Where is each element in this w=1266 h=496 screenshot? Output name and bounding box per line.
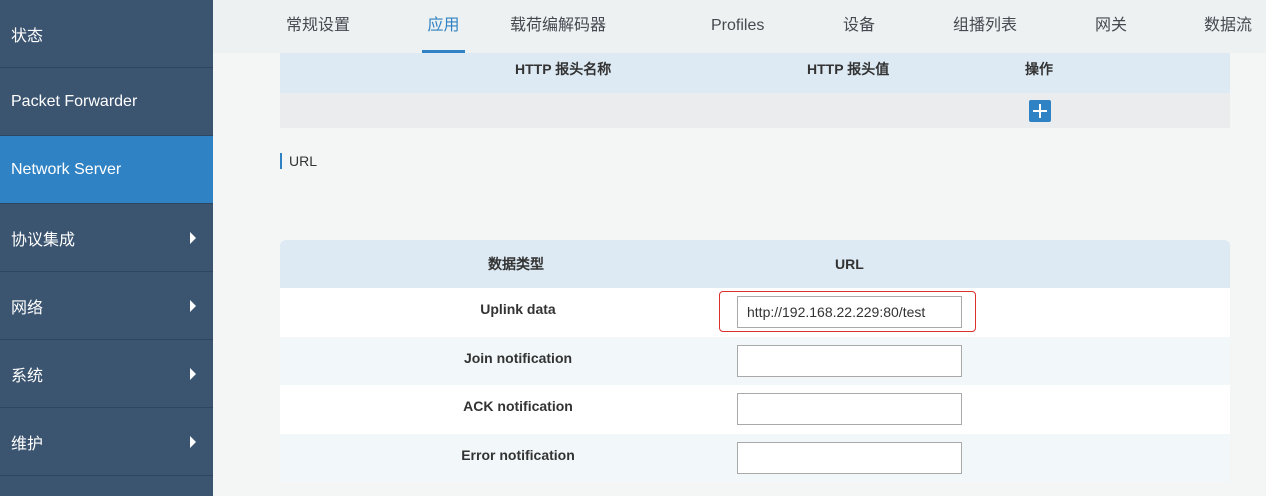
row-label-join-notification: Join notification xyxy=(463,349,573,366)
uplink-data-url-input[interactable] xyxy=(737,296,962,328)
column-header-action: 操作 xyxy=(1025,61,1053,77)
column-header-http-header-name: HTTP 报头名称 xyxy=(515,61,612,77)
sidebar-item-system[interactable]: 系统 xyxy=(0,340,213,408)
tab-applications[interactable]: 应用 xyxy=(422,0,465,53)
chevron-right-icon xyxy=(190,435,196,448)
tab-data-stream[interactable]: 数据流 xyxy=(1204,0,1252,53)
sidebar-item-label: 网络 xyxy=(11,299,44,317)
url-table: 数据类型 URL Uplink data Join notification A… xyxy=(280,240,1230,482)
table-header: 数据类型 URL xyxy=(280,240,1230,288)
table-row: Error notification xyxy=(280,433,1230,482)
sidebar-item-label: 协议集成 xyxy=(11,231,76,249)
tab-profiles[interactable]: Profiles xyxy=(711,0,764,53)
sidebar-item-label: 系统 xyxy=(11,367,44,385)
table-row: Uplink data xyxy=(280,288,1230,337)
table-header: HTTP 报头名称 HTTP 报头值 操作 xyxy=(280,53,1230,93)
row-label-uplink-data: Uplink data xyxy=(480,301,556,317)
row-label-ack-notification: ACK notification xyxy=(463,398,573,414)
table-row: Join notification xyxy=(280,336,1230,385)
join-notification-url-input[interactable] xyxy=(737,344,962,377)
http-header-table: HTTP 报头名称 HTTP 报头值 操作 xyxy=(280,53,1230,128)
add-header-button[interactable] xyxy=(1029,100,1051,122)
section-title-url: URL xyxy=(280,153,317,169)
sidebar-item-label: Packet Forwarder xyxy=(11,92,138,110)
column-header-data-type: 数据类型 xyxy=(488,256,544,272)
chevron-right-icon xyxy=(190,231,196,244)
sidebar-item-label: Network Server xyxy=(11,160,122,178)
sidebar-item-maintenance[interactable]: 维护 xyxy=(0,408,213,476)
tab-general-settings[interactable]: 常规设置 xyxy=(286,0,350,53)
sidebar-item-label: 状态 xyxy=(11,27,44,45)
ack-notification-url-input[interactable] xyxy=(737,393,962,425)
column-header-http-header-value: HTTP 报头值 xyxy=(807,61,890,77)
tab-payload-codec[interactable]: 载荷编解码器 xyxy=(510,0,606,53)
chevron-right-icon xyxy=(190,367,196,380)
table-row: ACK notification xyxy=(280,385,1230,434)
sidebar: 状态 Packet Forwarder Network Server 协议集成 … xyxy=(0,0,213,496)
error-notification-url-input[interactable] xyxy=(737,441,962,474)
sidebar-item-protocol-integration[interactable]: 协议集成 xyxy=(0,204,213,272)
tab-multicast-list[interactable]: 组播列表 xyxy=(953,0,1017,53)
top-tab-bar: 常规设置 应用 载荷编解码器 Profiles 设备 组播列表 网关 数据流 xyxy=(213,0,1266,53)
sidebar-item-network-server[interactable]: Network Server xyxy=(0,136,213,204)
row-label-error-notification: Error notification xyxy=(461,446,575,463)
tab-gateways[interactable]: 网关 xyxy=(1095,0,1127,53)
sidebar-item-status[interactable]: 状态 xyxy=(0,0,213,68)
tab-devices[interactable]: 设备 xyxy=(843,0,875,53)
sidebar-item-packet-forwarder[interactable]: Packet Forwarder xyxy=(0,68,213,136)
sidebar-item-label: 维护 xyxy=(11,435,44,453)
column-header-url: URL xyxy=(835,256,864,272)
table-row xyxy=(280,93,1230,128)
sidebar-item-network[interactable]: 网络 xyxy=(0,272,213,340)
chevron-right-icon xyxy=(190,299,196,312)
